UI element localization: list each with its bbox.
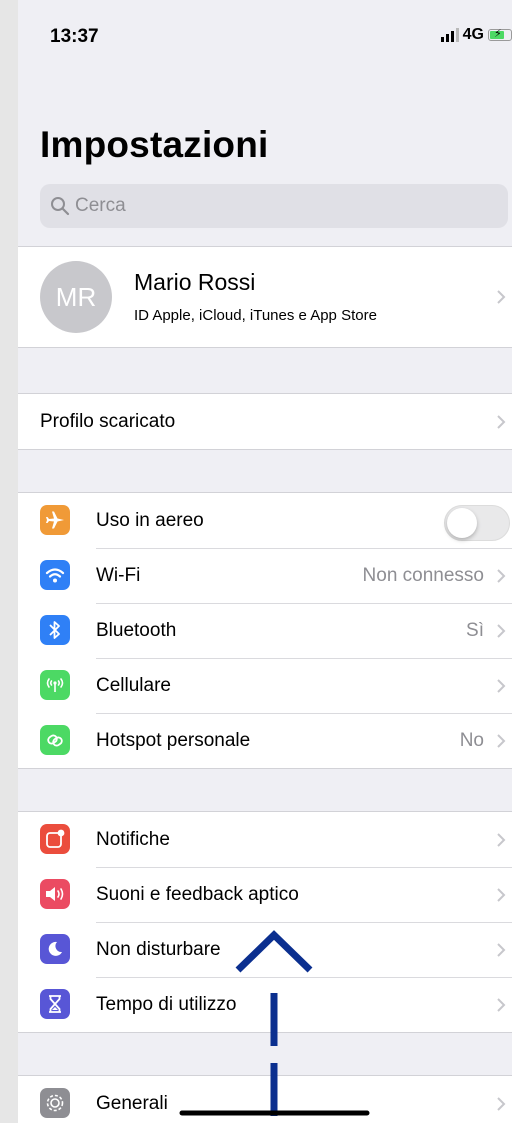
airplane-icon <box>40 505 70 535</box>
apple-id-row[interactable]: MR Mario Rossi ID Apple, iCloud, iTunes … <box>18 247 512 347</box>
chevron-right-icon <box>497 678 506 693</box>
moon-icon <box>40 934 70 964</box>
airplane-mode-row[interactable]: Uso in aereo <box>18 493 512 548</box>
downloaded-profile-row[interactable]: Profilo scaricato <box>18 394 512 449</box>
chevron-right-icon <box>497 733 506 748</box>
chevron-right-icon <box>497 568 506 583</box>
chevron-right-icon <box>497 942 506 957</box>
general-label: Generali <box>96 1092 168 1114</box>
profile-name: Mario Rossi <box>134 269 256 295</box>
network-type: 4G <box>462 26 484 43</box>
wifi-label: Wi-Fi <box>96 564 141 586</box>
wifi-icon <box>40 560 70 590</box>
hotspot-label: Hotspot personale <box>96 729 251 751</box>
notifications-group: Notifiche Suoni e feedback aptico Non di… <box>18 811 512 1033</box>
chevron-right-icon <box>497 290 506 304</box>
sounds-row[interactable]: Suoni e feedback aptico <box>18 867 512 922</box>
profile-group: MR Mario Rossi ID Apple, iCloud, iTunes … <box>18 246 512 348</box>
profile-subtitle: ID Apple, iCloud, iTunes e App Store <box>134 307 377 324</box>
bluetooth-status: Sì <box>466 619 484 641</box>
chevron-right-icon <box>497 832 506 847</box>
signal-icon <box>440 28 459 42</box>
wifi-row[interactable]: Wi-Fi Non connesso <box>18 548 512 603</box>
general-row[interactable]: Generali <box>18 1076 512 1123</box>
hotspot-row[interactable]: Hotspot personale No <box>18 713 512 768</box>
downloaded-profile-group: Profilo scaricato <box>18 393 512 450</box>
cellular-row[interactable]: Cellulare <box>18 658 512 713</box>
chevron-right-icon <box>497 414 506 429</box>
connectivity-group: Uso in aereo Wi-Fi Non connesso Bluetoot… <box>18 492 512 769</box>
bluetooth-icon <box>40 615 70 645</box>
search-icon <box>51 197 70 216</box>
bluetooth-row[interactable]: Bluetooth Sì <box>18 603 512 658</box>
do-not-disturb-label: Non disturbare <box>96 938 221 960</box>
hotspot-icon <box>40 725 70 755</box>
hotspot-status: No <box>459 729 484 751</box>
do-not-disturb-row[interactable]: Non disturbare <box>18 922 512 977</box>
status-time: 13:37 <box>50 26 99 47</box>
sounds-icon <box>40 879 70 909</box>
downloaded-profile-label: Profilo scaricato <box>40 410 176 432</box>
screen-time-row[interactable]: Tempo di utilizzo <box>18 977 512 1032</box>
airplane-mode-label: Uso in aereo <box>96 509 204 531</box>
notifications-row[interactable]: Notifiche <box>18 812 512 867</box>
cellular-icon <box>40 670 70 700</box>
gear-icon <box>40 1088 70 1118</box>
notifications-label: Notifiche <box>96 828 170 850</box>
chevron-right-icon <box>497 623 506 638</box>
status-indicators: 4G ⚡ <box>440 26 512 44</box>
sounds-label: Suoni e feedback aptico <box>96 883 299 905</box>
chevron-right-icon <box>497 1096 506 1111</box>
notifications-icon <box>40 824 70 854</box>
chevron-right-icon <box>497 887 506 902</box>
chevron-right-icon <box>497 997 506 1012</box>
status-bar: 13:37 4G ⚡ <box>18 0 512 80</box>
hourglass-icon <box>40 989 70 1019</box>
battery-icon: ⚡ <box>488 28 512 41</box>
screen-time-label: Tempo di utilizzo <box>96 993 237 1015</box>
airplane-mode-toggle[interactable] <box>444 505 510 541</box>
general-group: Generali <box>18 1075 512 1123</box>
settings-screen: 13:37 4G ⚡ Impostazioni Cerca MR Mario R… <box>18 0 512 1123</box>
bluetooth-label: Bluetooth <box>96 619 177 641</box>
page-title: Impostazioni <box>40 124 269 165</box>
search-placeholder: Cerca <box>75 195 126 216</box>
search-input[interactable]: Cerca <box>40 184 508 228</box>
avatar: MR <box>40 261 112 333</box>
cellular-label: Cellulare <box>96 674 171 696</box>
wifi-status: Non connesso <box>362 564 484 586</box>
